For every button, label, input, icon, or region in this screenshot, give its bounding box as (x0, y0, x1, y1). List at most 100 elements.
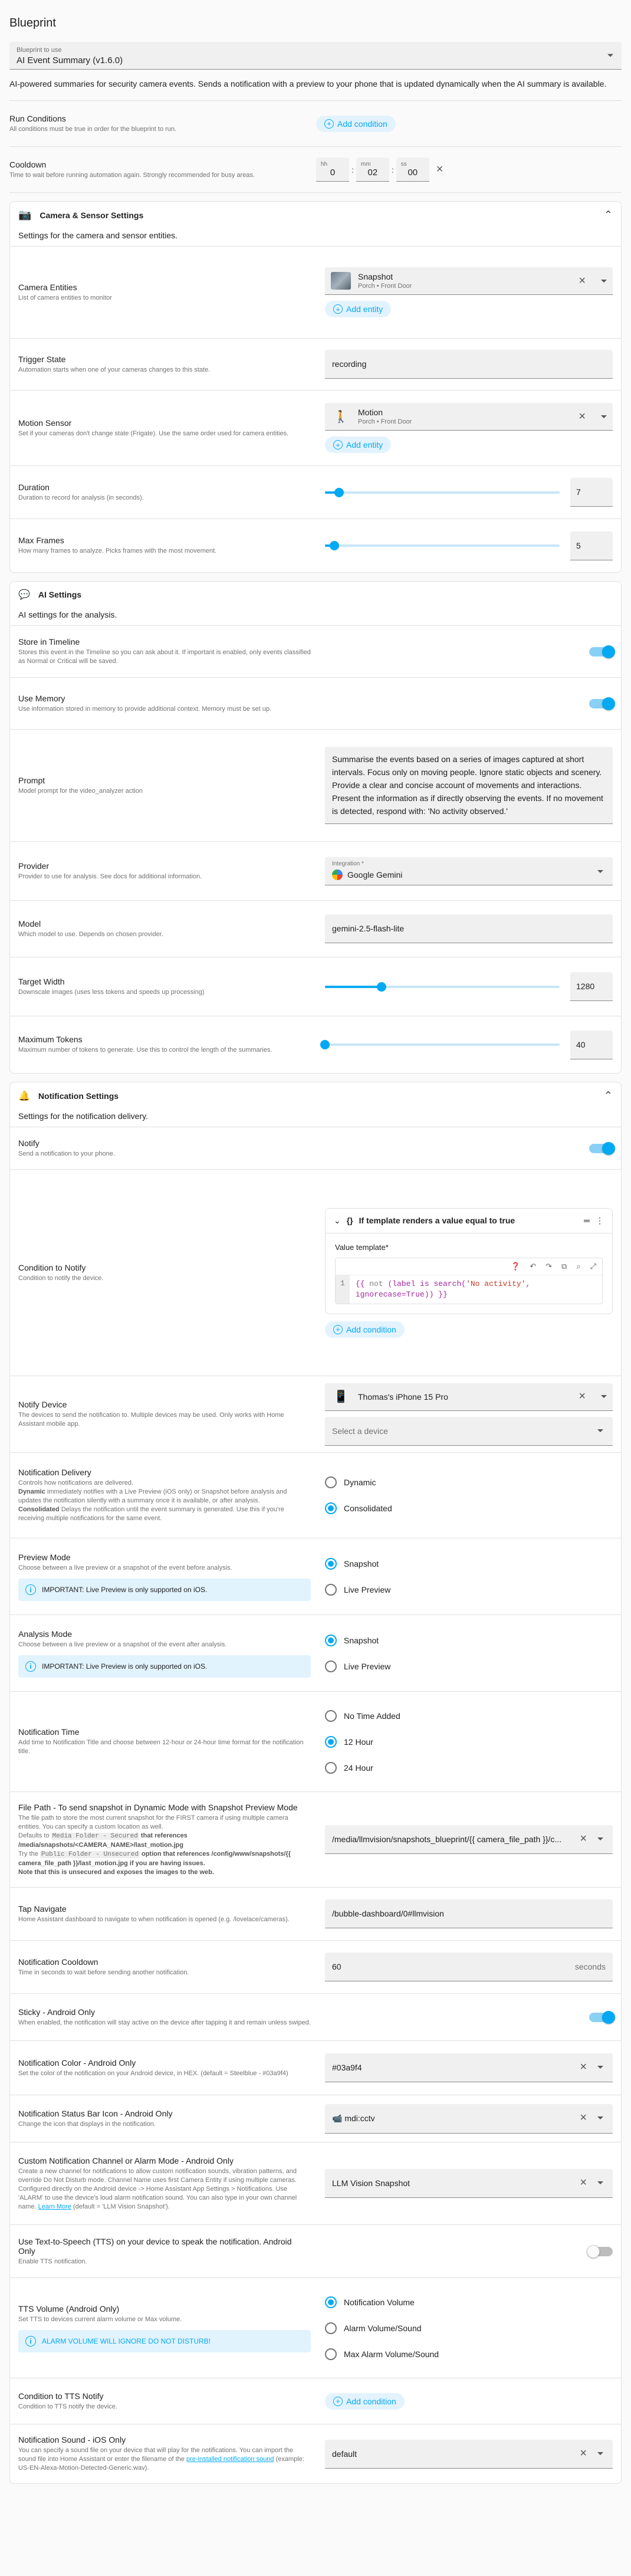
radio-button[interactable] (325, 2296, 337, 2308)
duration-number-input[interactable]: 7 (570, 478, 613, 507)
radio-option-alarm-volume[interactable]: Alarm Volume/Sound (325, 2315, 613, 2341)
radio-option-24-hour[interactable]: 24 Hour (325, 1755, 613, 1781)
entity-chip[interactable]: 🚶 Motion Porch • Front Door × (325, 403, 613, 431)
help-icon[interactable]: ❓ (511, 1262, 520, 1271)
chevron-down-icon[interactable] (597, 2452, 603, 2455)
blueprint-select[interactable]: Blueprint to use AI Event Summary (v1.6.… (9, 42, 622, 70)
max-frames-slider[interactable] (325, 541, 560, 550)
undo-icon[interactable]: ↶ (530, 1262, 536, 1271)
chevron-down-icon[interactable] (601, 415, 607, 418)
redo-icon[interactable]: ↷ (545, 1262, 552, 1271)
search-icon[interactable]: ⌕ (576, 1262, 580, 1271)
minutes-input[interactable]: mm 02 (356, 157, 389, 182)
slider-knob[interactable] (334, 487, 344, 497)
tts-toggle[interactable] (587, 2244, 613, 2258)
remove-icon[interactable]: × (579, 274, 586, 288)
chevron-down-icon[interactable] (601, 1395, 607, 1398)
radio-button[interactable] (325, 1735, 337, 1748)
chevron-down-icon[interactable] (597, 2066, 603, 2069)
radio-button[interactable] (325, 1761, 337, 1774)
trigger-state-input[interactable]: recording (325, 350, 613, 379)
radio-option-consolidated[interactable]: Consolidated (325, 1495, 613, 1521)
radio-option-12-hour[interactable]: 12 Hour (325, 1729, 613, 1755)
fullscreen-icon[interactable]: ⤢ (590, 1262, 596, 1271)
remove-icon[interactable]: × (579, 1390, 586, 1403)
notify-toggle[interactable] (589, 1141, 615, 1155)
add-entity-button[interactable]: + Add entity (325, 301, 392, 317)
sticky-toggle[interactable] (589, 2010, 615, 2024)
chevron-up-icon[interactable]: ⌃ (604, 1090, 613, 1102)
tap-navigate-input[interactable]: /bubble-dashboard/0#llmvision (325, 1899, 613, 1928)
learn-more-link[interactable]: Learn More (38, 2203, 71, 2210)
chevron-down-icon[interactable] (601, 279, 607, 283)
chevron-down-icon[interactable] (597, 2116, 603, 2119)
file-path-input[interactable]: /media/llmvision/snapshots_blueprint/{{ … (325, 1825, 613, 1854)
radio-button[interactable] (325, 1476, 337, 1488)
max-tokens-slider[interactable] (320, 1040, 560, 1049)
radio-button[interactable] (325, 2348, 337, 2360)
code-editor[interactable]: ❓ ↶ ↷ ⧉ ⌕ ⤢ 1 {{ not (label is search('N… (335, 1257, 603, 1304)
add-condition-button[interactable]: + Add condition (325, 1321, 405, 1338)
slider-knob[interactable] (320, 1040, 330, 1049)
camera-section-header[interactable]: 📷 Camera & Sensor Settings ⌃ (10, 202, 621, 228)
slider-knob[interactable] (329, 541, 339, 550)
clear-icon[interactable]: × (580, 1832, 587, 1846)
clear-icon[interactable]: × (580, 2111, 587, 2125)
add-condition-button[interactable]: + Add condition (316, 115, 396, 132)
entity-chip[interactable]: Snapshot Porch • Front Door × (325, 267, 613, 295)
add-condition-button[interactable]: + Add condition (325, 2393, 405, 2410)
radio-button[interactable] (325, 1583, 337, 1596)
status-bar-icon-input[interactable]: 📹 mdi:cctv × (325, 2104, 613, 2134)
radio-option-dynamic[interactable]: Dynamic (325, 1469, 613, 1495)
radio-button[interactable] (325, 2322, 337, 2334)
radio-option-snapshot[interactable]: Snapshot (325, 1551, 613, 1577)
notification-cooldown-input[interactable]: 60 seconds (325, 1952, 613, 1981)
clear-icon[interactable]: × (580, 2060, 587, 2074)
radio-option-live-preview[interactable]: Live Preview (325, 1577, 613, 1603)
radio-option-no-time[interactable]: No Time Added (325, 1703, 613, 1729)
radio-button[interactable] (325, 1634, 337, 1646)
slider-knob[interactable] (376, 982, 386, 992)
hours-input[interactable]: hh 0 (316, 157, 349, 182)
radio-option-snapshot[interactable]: Snapshot (325, 1627, 613, 1653)
radio-button[interactable] (325, 1557, 337, 1570)
store-timeline-toggle[interactable] (589, 645, 615, 658)
condition-card-header[interactable]: ⌄ {} If template renders a value equal t… (326, 1209, 612, 1233)
remove-icon[interactable]: × (579, 410, 586, 424)
field-help: The file path to store the most current … (18, 1814, 311, 1877)
radio-option-live-preview[interactable]: Live Preview (325, 1653, 613, 1679)
target-width-number-input[interactable]: 1280 (570, 972, 613, 1001)
radio-button[interactable] (325, 1502, 337, 1514)
radio-button[interactable] (325, 1660, 337, 1672)
seconds-input[interactable]: ss 00 (396, 157, 429, 182)
radio-option-notification-volume[interactable]: Notification Volume (325, 2289, 613, 2315)
select-device-input[interactable]: Select a device (325, 1416, 613, 1446)
max-frames-number-input[interactable]: 5 (570, 531, 613, 560)
copy-icon[interactable]: ⧉ (561, 1262, 567, 1271)
clear-icon[interactable]: × (432, 163, 448, 176)
more-vertical-icon[interactable]: ⋮ (596, 1216, 604, 1226)
chevron-down-icon[interactable] (597, 1837, 603, 1840)
notification-channel-input[interactable]: LLM Vision Snapshot × (325, 2169, 613, 2198)
radio-button[interactable] (325, 1709, 337, 1722)
duration-slider[interactable] (325, 487, 560, 497)
notification-section-header[interactable]: 🔔 Notification Settings ⌃ (10, 1082, 621, 1109)
radio-option-max-alarm-volume[interactable]: Max Alarm Volume/Sound (325, 2341, 613, 2367)
model-input[interactable]: gemini-2.5-flash-lite (325, 914, 613, 943)
clear-icon[interactable]: × (580, 2447, 587, 2460)
notification-color-input[interactable]: #03a9f4 × (325, 2053, 613, 2082)
chevron-up-icon[interactable]: ⌃ (604, 209, 613, 221)
add-entity-button[interactable]: + Add entity (325, 437, 392, 453)
target-width-slider[interactable] (325, 982, 560, 992)
pre-installed-sound-link[interactable]: pre-installed notification sound (186, 2456, 274, 2463)
clear-icon[interactable]: × (580, 2176, 587, 2190)
chevron-down-icon[interactable] (597, 2181, 603, 2184)
device-chip[interactable]: 📱 Thomas's iPhone 15 Pro × (325, 1383, 613, 1411)
chevron-down-icon[interactable]: ⌄ (334, 1216, 341, 1226)
notification-sound-input[interactable]: default × (325, 2439, 613, 2469)
drag-handle-icon[interactable]: ═ (584, 1216, 590, 1225)
prompt-textarea[interactable]: Summarise the events based on a series o… (325, 747, 613, 824)
use-memory-toggle[interactable] (589, 697, 615, 710)
max-tokens-number-input[interactable]: 40 (570, 1030, 613, 1059)
provider-select[interactable]: Integration * Google Gemini (325, 857, 613, 885)
